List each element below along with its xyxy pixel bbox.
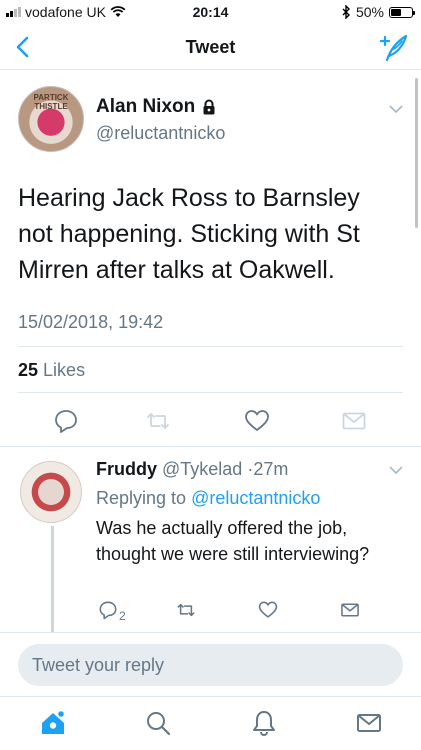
divider xyxy=(18,392,403,393)
battery-percent: 50% xyxy=(355,4,384,20)
heart-icon[interactable] xyxy=(244,408,270,434)
envelope-icon[interactable] xyxy=(340,600,360,620)
likes-number: 25 xyxy=(18,360,39,380)
page-title: Tweet xyxy=(185,37,236,57)
reply-count: 2 xyxy=(119,609,126,623)
reply-icon[interactable] xyxy=(53,408,79,434)
reply-composer: Tweet your reply xyxy=(0,632,421,696)
retweet-icon[interactable] xyxy=(145,408,171,434)
likes-label: Likes xyxy=(43,360,86,380)
reply-actions xyxy=(0,600,421,624)
chevron-down-icon[interactable] xyxy=(389,104,403,114)
replying-mention[interactable]: @reluctantnicko xyxy=(191,488,320,508)
heart-icon[interactable] xyxy=(258,600,278,620)
home-icon[interactable] xyxy=(39,709,67,737)
tweet-text: Hearing Jack Ross to Barnsley not happen… xyxy=(18,184,360,284)
battery-fill xyxy=(391,8,401,16)
reply-input[interactable]: Tweet your reply xyxy=(18,644,403,686)
reply-handle[interactable]: @Tykelad xyxy=(162,459,242,479)
replying-to: Replying to @reluctantnicko xyxy=(96,488,320,509)
avatar[interactable] xyxy=(20,461,82,523)
avatar-crest-text: PARTICK THISTLE xyxy=(33,93,69,111)
reply-icon[interactable] xyxy=(98,600,118,620)
status-bar: vodafone UK 20:14 50% xyxy=(0,0,421,24)
compose-tweet-icon[interactable] xyxy=(377,32,409,62)
bluetooth-icon xyxy=(342,5,350,19)
lock-icon xyxy=(203,99,215,115)
nav-bar: Tweet xyxy=(0,24,421,70)
reply-author-name[interactable]: Fruddy xyxy=(96,459,157,479)
reply-text: Was he actually offered the job, thought… xyxy=(96,518,370,564)
envelope-icon[interactable] xyxy=(341,408,367,434)
reply-time: 27m xyxy=(253,459,289,479)
author-name: Alan Nixon xyxy=(96,96,196,117)
tab-bar xyxy=(0,696,421,750)
divider xyxy=(18,346,403,347)
envelope-icon[interactable] xyxy=(355,709,383,737)
retweet-icon[interactable] xyxy=(176,600,196,620)
tweet-actions xyxy=(0,408,421,438)
battery-icon xyxy=(389,6,415,18)
search-icon[interactable] xyxy=(144,709,172,737)
tweet-timestamp: 15/02/2018, 19:42 xyxy=(18,312,164,332)
avatar[interactable]: PARTICK THISTLE xyxy=(18,86,84,152)
reply-header: Fruddy @Tykelad ·27m xyxy=(96,459,288,480)
tweet-author[interactable]: Alan Nixon @reluctantnicko xyxy=(96,96,225,144)
author-handle: @reluctantnicko xyxy=(96,123,226,143)
reply-tweet[interactable]: Fruddy @Tykelad ·27m Replying to @reluct… xyxy=(0,446,421,632)
chevron-down-icon[interactable] xyxy=(389,465,403,475)
likes-count[interactable]: 25 Likes xyxy=(18,360,85,381)
bell-icon[interactable] xyxy=(250,709,278,737)
scrollbar[interactable] xyxy=(415,78,418,228)
author-name-row: Alan Nixon xyxy=(96,96,225,118)
status-right: 50% xyxy=(342,4,415,20)
replying-prefix: Replying to xyxy=(96,488,187,508)
